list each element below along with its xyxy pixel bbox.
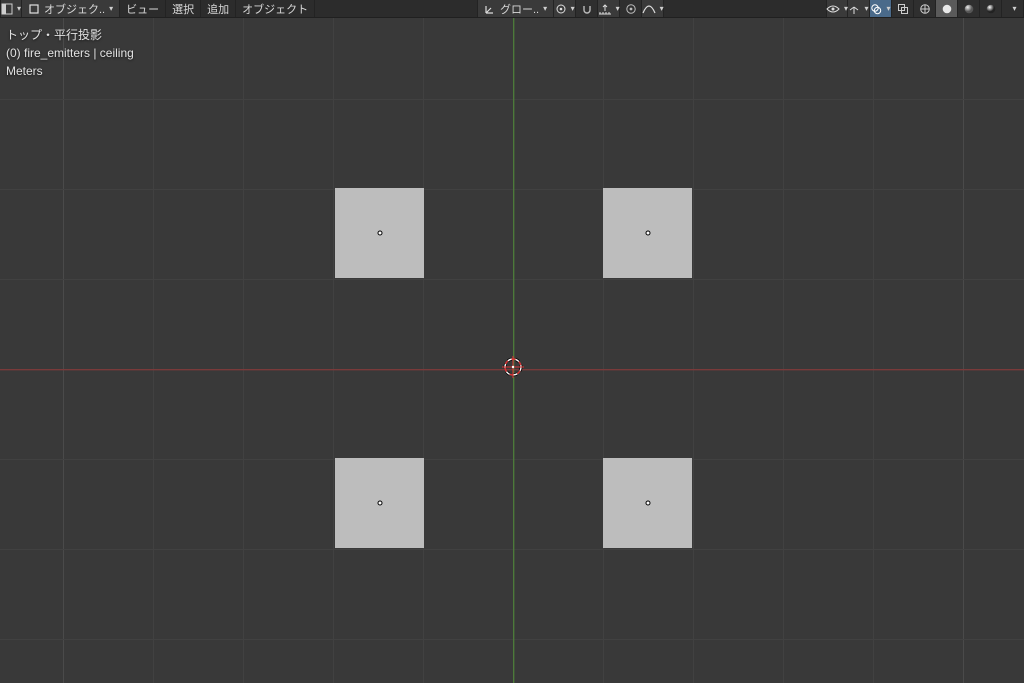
mesh-top-right-origin <box>645 231 650 236</box>
proportional-edit-icon <box>625 3 637 15</box>
shading-matcap-icon <box>963 3 975 15</box>
gridline-horizontal <box>0 99 1024 100</box>
chevron-down-icon: ▾ <box>543 5 547 13</box>
overlay-view-name: トップ・平行投影 <box>6 26 134 44</box>
snap-toggle[interactable] <box>576 0 598 17</box>
chevron-down-icon: ▾ <box>886 5 890 13</box>
chevron-down-icon: ▾ <box>616 5 620 13</box>
wireframe-shading-button[interactable] <box>914 0 936 17</box>
toolbar-left: ▾ オブジェク.. ▾ ビュー 選択 追加 オブジェクト <box>0 0 315 17</box>
gridline-vertical <box>783 18 784 683</box>
matcap-shading-button[interactable] <box>958 0 980 17</box>
toolbar-spacer <box>315 0 477 17</box>
toolbar-spacer-2 <box>664 0 826 17</box>
visibility-dropdown[interactable]: ▾ <box>826 0 848 17</box>
gridline-vertical <box>603 18 604 683</box>
overlay-object-path: (0) fire_emitters | ceiling <box>6 44 134 62</box>
overlay-units: Meters <box>6 62 134 80</box>
snap-icon <box>581 3 593 15</box>
solid-shading-button[interactable] <box>936 0 958 17</box>
xray-toggle[interactable] <box>892 0 914 17</box>
gridline-horizontal <box>0 189 1024 190</box>
xray-icon <box>897 3 909 15</box>
chevron-down-icon: ▾ <box>109 5 113 13</box>
transform-orientation-icon <box>484 3 496 15</box>
viewport-overlay-info: トップ・平行投影 (0) fire_emitters | ceiling Met… <box>6 26 134 80</box>
toolbar-center: グロー.. ▾ ▾ ▾ <box>477 0 664 17</box>
gridline-vertical <box>153 18 154 683</box>
mesh-top-left-origin <box>377 231 382 236</box>
transform-orientation-label: グロー.. <box>500 1 539 17</box>
cursor-3d <box>501 355 525 379</box>
interaction-mode-label: オブジェク.. <box>44 1 105 17</box>
menu-view-label: ビュー <box>126 1 159 17</box>
mesh-bottom-right-origin <box>645 501 650 506</box>
axis-y <box>514 18 515 683</box>
menu-object-label: オブジェクト <box>242 1 308 17</box>
shading-solid-icon <box>941 3 953 15</box>
gizmo-dropdown[interactable]: ▾ <box>848 0 870 17</box>
snap-target-icon <box>598 3 612 15</box>
chevron-down-icon: ▾ <box>1012 5 1016 13</box>
menu-select-label: 選択 <box>172 1 194 17</box>
gridline-horizontal <box>0 279 1024 280</box>
shading-wireframe-icon <box>919 3 931 15</box>
proportional-falloff-dropdown[interactable]: ▾ <box>642 0 664 17</box>
gridline-vertical <box>963 18 964 683</box>
chevron-down-icon: ▾ <box>571 5 575 13</box>
viewport-3d[interactable]: トップ・平行投影 (0) fire_emitters | ceiling Met… <box>0 18 1024 683</box>
object-mode-icon <box>28 3 40 15</box>
pivot-icon <box>555 3 567 15</box>
menu-add-label: 追加 <box>207 1 229 17</box>
overlay-toggle[interactable]: ▾ <box>870 0 892 17</box>
interaction-mode-dropdown[interactable]: オブジェク.. ▾ <box>22 0 120 17</box>
chevron-down-icon: ▾ <box>660 5 664 13</box>
menu-select[interactable]: 選択 <box>166 0 201 17</box>
gridline-vertical <box>873 18 874 683</box>
chevron-down-icon: ▾ <box>17 5 21 13</box>
transform-orientation-dropdown[interactable]: グロー.. ▾ <box>477 0 554 17</box>
gridline-horizontal <box>0 639 1024 640</box>
toolbar-right: ▾ ▾ ▾ ▾ <box>826 0 1024 17</box>
proportional-edit-toggle[interactable] <box>620 0 642 17</box>
rendered-shading-button[interactable] <box>980 0 1002 17</box>
viewport-canvas <box>0 18 1024 683</box>
pivot-dropdown[interactable]: ▾ <box>554 0 576 17</box>
gridline-vertical <box>333 18 334 683</box>
chevron-down-icon: ▾ <box>864 5 868 13</box>
menu-object[interactable]: オブジェクト <box>236 0 315 17</box>
gridline-vertical <box>423 18 424 683</box>
falloff-icon <box>642 3 656 15</box>
shading-options-dropdown[interactable]: ▾ <box>1002 0 1024 17</box>
overlay-icon <box>870 3 882 15</box>
editor-type-icon <box>1 3 13 15</box>
gridline-horizontal <box>0 459 1024 460</box>
visibility-icon <box>826 3 840 15</box>
menu-add[interactable]: 追加 <box>201 0 236 17</box>
gridline-vertical <box>63 18 64 683</box>
shading-rendered-icon <box>985 3 997 15</box>
editor-type-dropdown[interactable]: ▾ <box>0 0 22 17</box>
mesh-bottom-left-origin <box>377 501 382 506</box>
gridline-horizontal <box>0 549 1024 550</box>
menu-view[interactable]: ビュー <box>120 0 166 17</box>
gizmo-icon <box>848 3 860 15</box>
viewport-header: ▾ オブジェク.. ▾ ビュー 選択 追加 オブジェクト グロー.. ▾ ▾ <box>0 0 1024 18</box>
gridline-vertical <box>243 18 244 683</box>
gridline-vertical <box>693 18 694 683</box>
snap-target-dropdown[interactable]: ▾ <box>598 0 620 17</box>
